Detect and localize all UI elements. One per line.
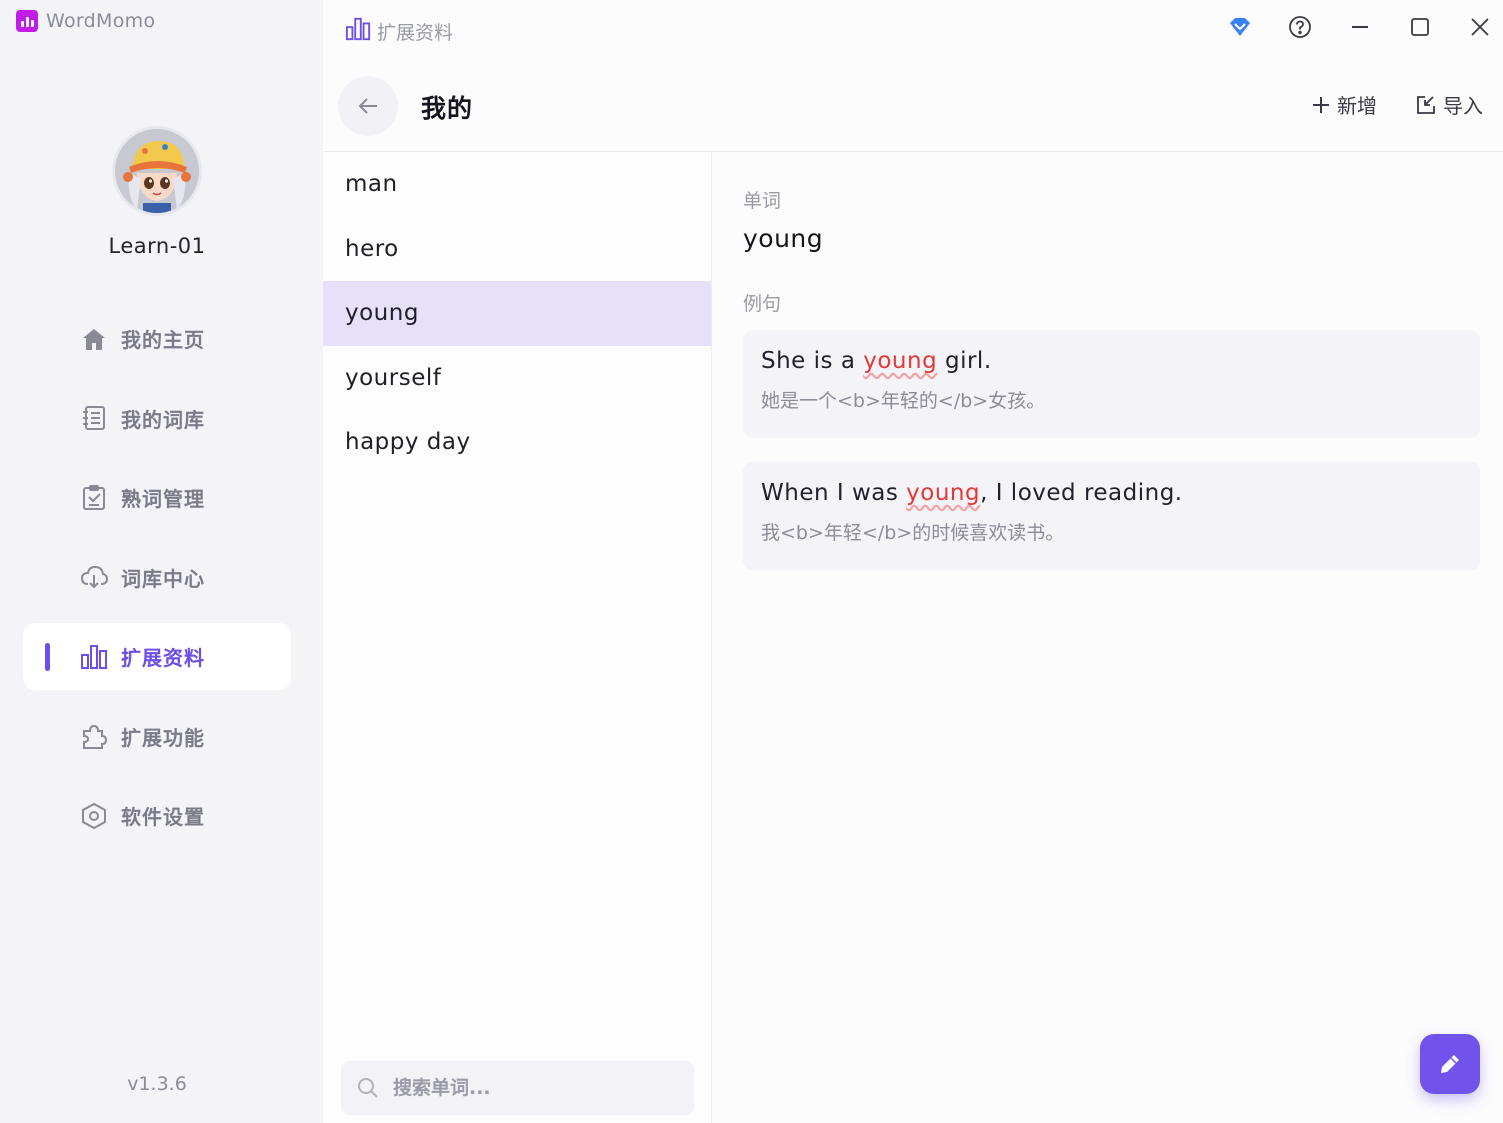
- sidebar-item-plugins[interactable]: 扩展功能: [23, 703, 291, 770]
- example-english: She is a young girl.: [761, 348, 992, 374]
- word-list-item[interactable]: man: [323, 152, 711, 217]
- home-icon: [79, 324, 109, 354]
- settings-hexagon-icon: [79, 801, 109, 831]
- plus-icon: [1313, 96, 1329, 113]
- vip-diamond-button[interactable]: [1223, 12, 1257, 42]
- search-box: [341, 1061, 694, 1115]
- word-list-item[interactable]: happy day: [323, 410, 711, 475]
- title-bar: 扩展资料: [323, 0, 1503, 60]
- sidebar: WordMomo Learn-01 我的主页 我的词库 熟词管理 词库中心 扩展…: [0, 0, 323, 1123]
- highlighted-word: young: [906, 480, 981, 506]
- sidebar-item-home[interactable]: 我的主页: [23, 305, 291, 372]
- import-button-label: 导入: [1443, 94, 1483, 118]
- import-icon: [1417, 95, 1435, 114]
- pencil-icon: [1441, 1055, 1459, 1073]
- add-button[interactable]: 新增: [1311, 90, 1377, 119]
- sidebar-item-extended[interactable]: 扩展资料: [23, 623, 291, 690]
- page-title: 我的: [421, 94, 474, 123]
- word-list-item[interactable]: hero: [323, 217, 711, 282]
- example-english: When I was young, I loved reading.: [761, 480, 1183, 506]
- clipboard-check-icon: [79, 483, 109, 513]
- notebook-icon: [79, 403, 109, 433]
- minimize-icon: [1352, 26, 1368, 28]
- word-detail-panel: 单词 young 例句 She is a young girl. 她是一个<b>…: [713, 152, 1503, 1123]
- cloud-download-icon: [79, 562, 109, 592]
- sidebar-item-label: 软件设置: [121, 805, 205, 829]
- app-name: WordMomo: [46, 10, 156, 32]
- example-card[interactable]: When I was young, I loved reading. 我<b>年…: [743, 462, 1480, 570]
- close-button[interactable]: [1463, 12, 1497, 42]
- example-translation: 她是一个<b>年轻的</b>女孩。: [761, 390, 1046, 412]
- help-button[interactable]: [1283, 12, 1317, 42]
- sidebar-item-library[interactable]: 我的词库: [23, 385, 291, 452]
- sidebar-item-label: 我的主页: [121, 328, 205, 352]
- word-field-label: 单词: [743, 190, 782, 212]
- word-list-item-selected[interactable]: young: [323, 281, 711, 346]
- avatar-image-icon: [115, 129, 199, 213]
- breadcrumb: 扩展资料: [345, 16, 453, 46]
- sidebar-item-center[interactable]: 词库中心: [23, 544, 291, 611]
- app-brand: WordMomo: [16, 10, 155, 32]
- maximize-icon: [1411, 18, 1429, 36]
- avatar[interactable]: [112, 126, 202, 216]
- bar-chart-icon: [79, 642, 109, 672]
- sidebar-item-label: 扩展资料: [121, 646, 205, 670]
- puzzle-icon: [79, 721, 109, 751]
- add-button-label: 新增: [1337, 94, 1377, 118]
- sidebar-item-label: 词库中心: [121, 566, 205, 591]
- minimize-button[interactable]: [1343, 12, 1377, 42]
- maximize-button[interactable]: [1403, 12, 1437, 42]
- import-button[interactable]: 导入: [1415, 90, 1483, 119]
- word-list: man hero young yourself happy day: [323, 152, 711, 475]
- highlighted-word: young: [863, 348, 938, 374]
- breadcrumb-label: 扩展资料: [377, 21, 454, 44]
- bar-chart-icon: [345, 16, 371, 46]
- page-header: 我的 新增 导入: [323, 60, 1503, 152]
- edit-button[interactable]: [1420, 1034, 1480, 1094]
- sidebar-item-settings[interactable]: 软件设置: [23, 782, 291, 849]
- close-icon: [1471, 18, 1489, 36]
- example-card[interactable]: She is a young girl. 她是一个<b>年轻的</b>女孩。: [743, 330, 1480, 438]
- sidebar-item-label: 我的词库: [121, 407, 205, 432]
- username: Learn-01: [108, 234, 206, 258]
- sidebar-item-familiar[interactable]: 熟词管理: [23, 464, 291, 531]
- search-icon: [358, 1078, 378, 1098]
- examples-field-label: 例句: [743, 293, 782, 315]
- word-list-panel: man hero young yourself happy day: [323, 152, 712, 1123]
- sidebar-item-label: 扩展功能: [121, 725, 205, 750]
- word-list-item[interactable]: yourself: [323, 346, 711, 411]
- arrow-left-icon: [358, 98, 377, 114]
- back-button[interactable]: [338, 76, 398, 136]
- app-logo-icon: [16, 10, 38, 32]
- diamond-icon: [1230, 18, 1250, 36]
- app-version: v1.3.6: [127, 1073, 187, 1095]
- help-icon: [1289, 16, 1311, 38]
- example-translation: 我<b>年轻</b>的时候喜欢读书。: [761, 522, 1065, 544]
- sidebar-item-label: 熟词管理: [121, 487, 205, 511]
- word-value: young: [743, 224, 824, 253]
- search-input[interactable]: [393, 1077, 683, 1099]
- sidebar-nav: 我的主页 我的词库 熟词管理 词库中心 扩展资料 扩展功能 软件设置: [23, 305, 291, 862]
